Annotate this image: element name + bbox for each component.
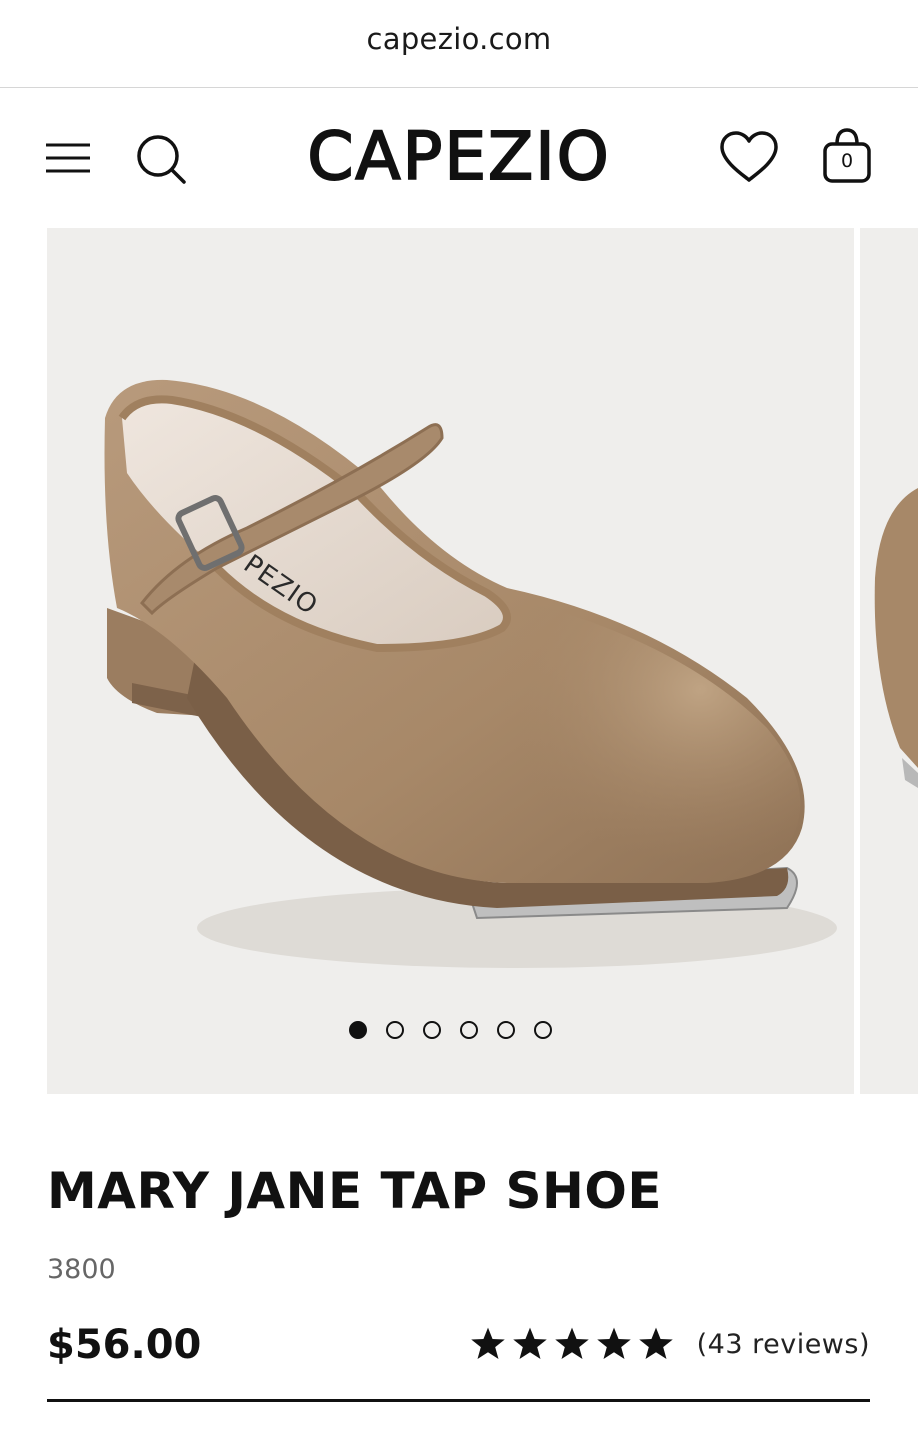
section-divider [47, 1399, 870, 1402]
wishlist-button[interactable] [718, 130, 780, 184]
star-icon [638, 1327, 673, 1360]
next-product-image [874, 488, 918, 788]
product-rating[interactable]: (43 reviews) [469, 1326, 870, 1362]
product-price: $56.00 [47, 1322, 202, 1368]
slide-dot[interactable] [460, 1021, 478, 1039]
product-title: MARY JANE TAP SHOE [47, 1162, 663, 1220]
slide-dot[interactable] [349, 1021, 367, 1039]
next-image-peek[interactable] [860, 228, 918, 1094]
heart-icon [720, 131, 778, 182]
star-icon [554, 1327, 589, 1360]
product-sku: 3800 [47, 1254, 116, 1285]
slide-dot[interactable] [423, 1021, 441, 1039]
slide-dot[interactable] [497, 1021, 515, 1039]
url-text: capezio.com [366, 21, 552, 56]
review-count-link[interactable]: (43 reviews) [697, 1329, 870, 1360]
star-icon [470, 1327, 505, 1360]
star-icon [512, 1327, 547, 1360]
product-image-gallery[interactable]: PEZIO [47, 228, 854, 1094]
browser-url-bar[interactable]: capezio.com [0, 0, 918, 88]
product-image: PEZIO [104, 379, 837, 968]
star-icon [596, 1327, 631, 1360]
cart-button[interactable]: 0 [820, 126, 874, 186]
site-header: CAPEZIO 0 [0, 88, 918, 228]
cart-count: 0 [840, 150, 854, 172]
slide-dot[interactable] [386, 1021, 404, 1039]
star-rating [469, 1326, 675, 1362]
slide-dot[interactable] [534, 1021, 552, 1039]
brand-logo[interactable]: CAPEZIO [0, 117, 918, 196]
slide-indicator [47, 1021, 854, 1051]
